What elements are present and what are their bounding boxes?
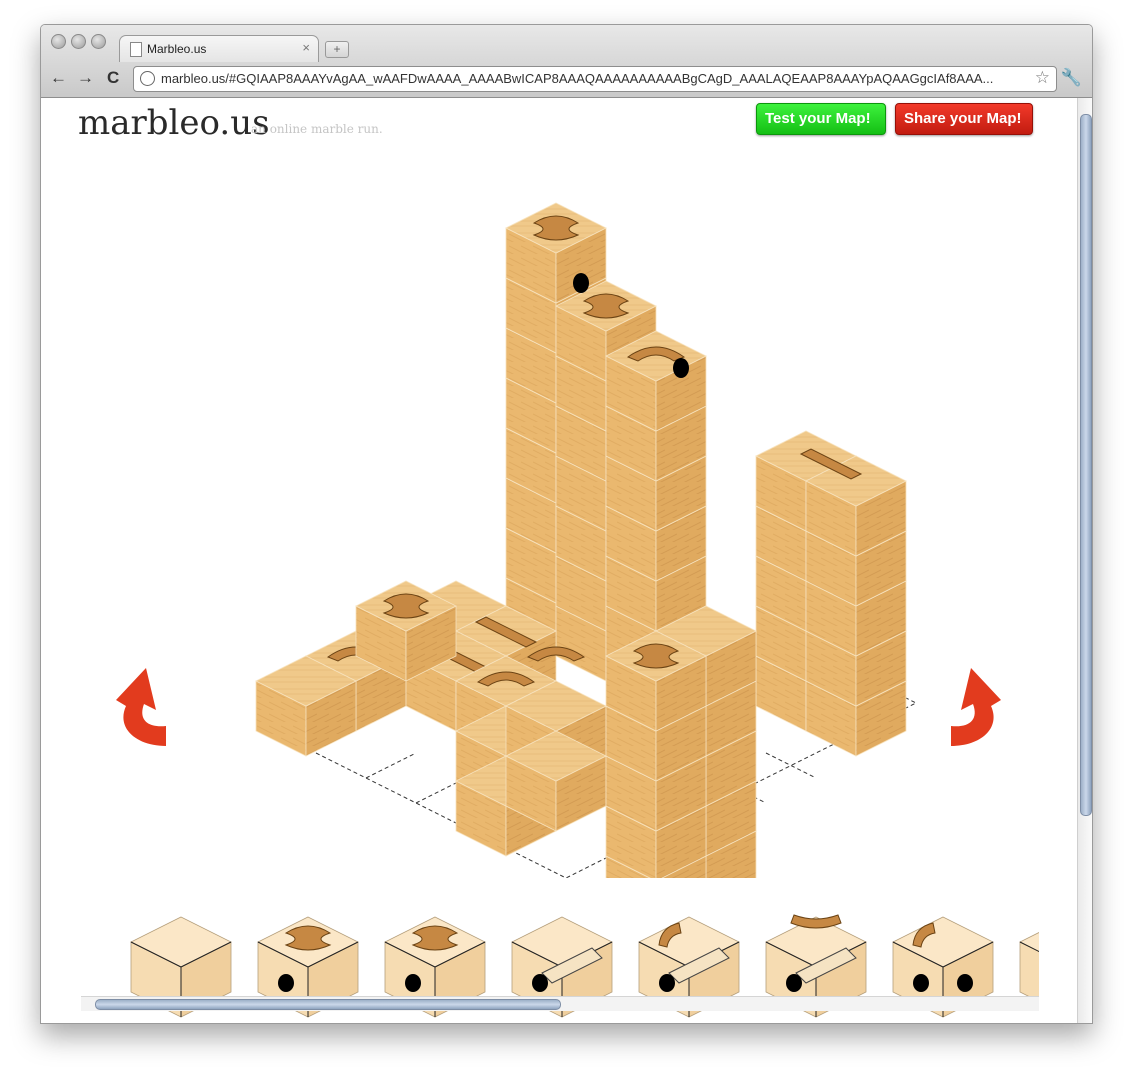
close-window-icon[interactable] (51, 34, 66, 49)
browser-toolbar: ← → C marbleo.us/#GQIAAP8AAAYvAgAA_wAAFD… (41, 63, 1092, 97)
browser-tab[interactable]: Marbleo.us × (119, 35, 319, 62)
globe-icon (140, 71, 155, 86)
minimize-window-icon[interactable] (71, 34, 86, 49)
new-tab-button[interactable]: + (325, 41, 349, 58)
bookmark-star-icon[interactable]: ☆ (1035, 68, 1050, 88)
rotate-left-icon[interactable] (116, 668, 166, 746)
page-icon (130, 42, 142, 57)
back-button[interactable]: ← (50, 68, 67, 88)
tube-hole-icon (573, 273, 589, 293)
zoom-window-icon[interactable] (91, 34, 106, 49)
wrench-menu-icon[interactable]: 🔧 (1061, 68, 1082, 88)
horizontal-scrollbar[interactable] (81, 996, 1039, 1011)
url-text[interactable]: marbleo.us/#GQIAAP8AAAYvAgAA_wAAFDwAAAA_… (161, 71, 1021, 86)
tab-title: Marbleo.us (147, 42, 207, 56)
tab-close-icon[interactable]: × (302, 40, 310, 55)
tube-hole-icon (673, 358, 689, 378)
rotate-right-icon[interactable] (951, 668, 1001, 746)
vertical-scrollbar[interactable] (1077, 98, 1092, 1023)
browser-chrome: Marbleo.us × + ← → C marbleo.us/#GQIAAP8… (41, 25, 1092, 98)
reload-button[interactable]: C (107, 68, 119, 88)
forward-button[interactable]: → (77, 68, 94, 88)
horizontal-scroll-thumb[interactable] (95, 999, 561, 1010)
marble-run-scene[interactable] (41, 98, 1076, 878)
block-stack[interactable] (255, 202, 907, 878)
browser-window: Marbleo.us × + ← → C marbleo.us/#GQIAAP8… (40, 24, 1093, 1024)
vertical-scroll-thumb[interactable] (1080, 114, 1092, 816)
address-bar[interactable]: marbleo.us/#GQIAAP8AAAYvAgAA_wAAFDwAAAA_… (133, 66, 1057, 92)
